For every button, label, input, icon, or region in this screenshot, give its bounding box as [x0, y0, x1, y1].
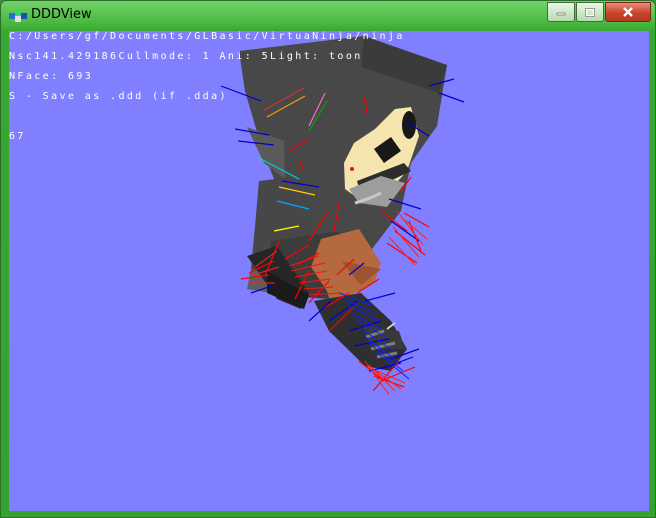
close-button[interactable]: [605, 2, 651, 22]
close-icon: [623, 7, 633, 17]
minimize-icon: [556, 12, 566, 16]
maximize-button[interactable]: [576, 2, 604, 22]
gl-viewport[interactable]: C:/Users/gf/Documents/GLBasic/VirtuaNinj…: [9, 31, 649, 511]
hud-fps: 67: [9, 131, 26, 142]
minimize-button[interactable]: [547, 2, 575, 22]
hud-save-hint: S - Save as .ddd (if .dda): [9, 91, 228, 102]
hud-render-settings: Nsc141.429186Cullmode: 1 Ani: 5Light: to…: [9, 51, 363, 62]
title-bar[interactable]: DDDView: [1, 1, 656, 29]
window-title: DDDView: [31, 7, 92, 22]
hud-face-count: NFace: 693: [9, 71, 94, 82]
ddd-app-icon: [9, 8, 27, 22]
maximize-icon: [585, 7, 595, 17]
hud-file-path: C:/Users/gf/Documents/GLBasic/VirtuaNinj…: [9, 31, 405, 42]
ninja-model-render: [220, 36, 465, 396]
window-controls: [547, 2, 651, 22]
application-window: DDDView C:/Users/gf/Documents/GLBasic/Vi…: [0, 0, 656, 518]
